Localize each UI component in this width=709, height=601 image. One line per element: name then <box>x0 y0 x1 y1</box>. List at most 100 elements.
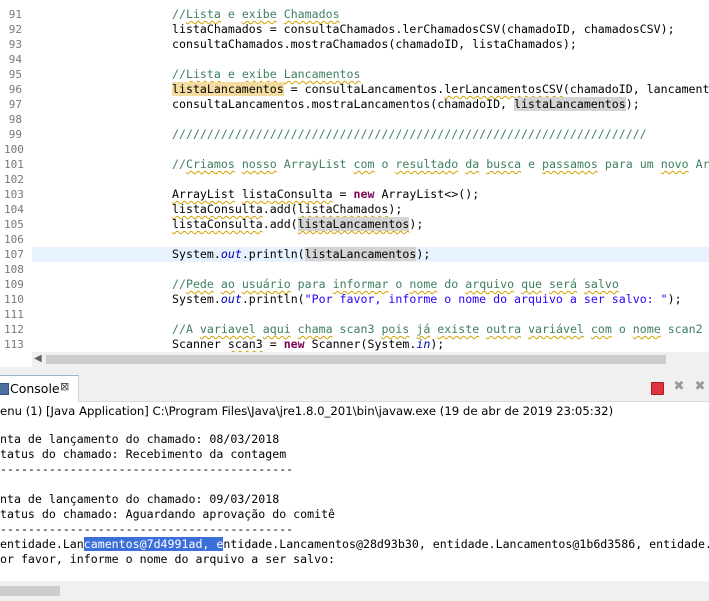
code-text: listaConsulta.add(listaLancamentos); <box>172 217 423 232</box>
line-number: 107 <box>4 248 24 261</box>
code-token: (chamadoID, lancament <box>562 82 709 96</box>
code-token: .add( <box>262 202 298 216</box>
code-line[interactable]: 92 listaChamados = consultaChamados.lerCh… <box>0 22 709 37</box>
code-token: ); <box>388 202 403 216</box>
code-token: ); <box>625 97 640 111</box>
line-number: 94 <box>8 53 22 66</box>
code-line[interactable]: 112 //A variavel aqui chama scan3 pois já… <box>0 322 709 337</box>
code-token: outra <box>486 322 522 336</box>
code-token: .println( <box>241 292 305 306</box>
line-number: 105 <box>4 218 24 231</box>
code-token: variavel <box>199 322 256 336</box>
console-text: ----------------------------------------… <box>0 522 294 536</box>
code-line[interactable]: 101 //Criamos nosso ArrayList com o resul… <box>0 157 709 172</box>
code-token: aqui <box>262 322 291 336</box>
code-token: = <box>262 337 284 351</box>
code-line[interactable]: 105 listaConsulta.add(listaLancamentos); <box>0 217 709 232</box>
console-line: nta de lançamento do chamado: 09/03/2018 <box>0 492 279 507</box>
code-token: System. <box>172 247 221 261</box>
code-line[interactable]: 109 //Pede ao usuário para informar o nom… <box>0 277 709 292</box>
console-text: nta de lançamento do chamado: 09/03/2018 <box>0 492 280 506</box>
code-line[interactable]: 103 ArrayList listaConsulta = new ArrayLi… <box>0 187 709 202</box>
scroll-left-icon[interactable]: ◀ <box>34 353 42 364</box>
tab-console[interactable]: Console ⊠ <box>0 375 79 402</box>
code-token: out <box>220 292 242 306</box>
console-horizontal-scrollbar[interactable] <box>0 581 709 601</box>
code-token: (chamadoID, chamadosCSV); <box>500 22 675 36</box>
code-line[interactable]: 98 <box>0 112 709 127</box>
code-token: .add( <box>262 217 298 231</box>
code-token: variável <box>528 322 584 336</box>
code-token: listaLancamentos <box>172 82 284 96</box>
code-token: resultado <box>395 157 459 171</box>
code-line[interactable]: 95 //Lista e exibe Lancamentos <box>0 67 709 82</box>
line-number: 98 <box>8 113 22 126</box>
remove-launch-icon[interactable]: ✖ <box>672 380 686 394</box>
code-line[interactable]: 104 listaConsulta.add(listaChamados); <box>0 202 709 217</box>
code-line[interactable]: 99 //////////////////////////////////////… <box>0 127 709 142</box>
code-token: informar <box>332 277 389 291</box>
code-line[interactable]: 106 <box>0 232 709 247</box>
code-token: listaChamados = consultaChamados. <box>172 22 403 36</box>
code-line[interactable]: 93 consultaChamados.mostraChamados(chamad… <box>0 37 709 52</box>
scrollbar-thumb[interactable] <box>46 355 666 364</box>
code-token: Pede <box>185 277 214 291</box>
code-line[interactable]: 110 System.out.println("Por favor, inform… <box>0 292 709 307</box>
line-number: 95 <box>8 68 22 81</box>
code-token: Lancamentos <box>283 67 361 81</box>
console-text: entidade.Lan <box>0 537 84 551</box>
code-editor[interactable]: 91//Lista e exibe Chamados 92 listaChamado… <box>0 0 709 352</box>
console-text: ----------------------------------------… <box>0 462 294 476</box>
code-token: consultaLancamentos.mostraLancamentos(ch… <box>172 97 515 111</box>
code-line[interactable]: 91 //Lista e exibe Chamados <box>0 7 709 22</box>
code-token: do <box>437 277 466 291</box>
code-token: ArrayList<>(); <box>374 187 480 201</box>
code-line[interactable]: 94 <box>0 52 709 67</box>
code-text: System.out.println(listaLancamentos); <box>172 247 430 262</box>
line-number: 112 <box>4 323 24 336</box>
code-line[interactable]: 108 <box>0 262 709 277</box>
code-token: e <box>521 157 543 171</box>
code-token: chama <box>297 322 333 336</box>
code-token: in <box>416 337 431 351</box>
editor-horizontal-scrollbar[interactable]: ◀ <box>32 352 709 367</box>
scrollbar-thumb[interactable] <box>0 586 60 596</box>
code-line[interactable]: 97 consultaLancamentos.mostraLancamentos(… <box>0 97 709 112</box>
code-token: lerLancamentosCSV <box>444 82 563 96</box>
panel-splitter[interactable] <box>0 367 709 375</box>
code-line[interactable]: 107 System.out.println(listaLancamentos); <box>0 247 709 262</box>
line-number: 111 <box>4 308 24 321</box>
console-line: nta de lançamento do chamado: 08/03/2018 <box>0 432 279 447</box>
terminate-icon[interactable] <box>651 382 664 395</box>
code-line[interactable]: 111 <box>0 307 709 322</box>
line-number: 100 <box>4 143 24 156</box>
code-line[interactable]: 102 <box>0 172 709 187</box>
code-token: listaLancamentos <box>297 217 410 231</box>
console-text: or favor, informe o nome do arquivo a se… <box>0 552 336 566</box>
console-icon <box>0 383 9 395</box>
code-line[interactable]: 96 listaLancamentos = consultaLancamentos… <box>0 82 709 97</box>
line-number: 110 <box>4 293 24 306</box>
remove-all-terminated-icon[interactable]: ✖ <box>693 380 707 394</box>
code-token: scan3 <box>332 322 382 336</box>
code-token: pois <box>381 322 410 336</box>
code-token: // <box>172 157 186 171</box>
code-token: e <box>220 67 242 81</box>
code-token: = <box>332 187 354 201</box>
code-token: System. <box>172 292 221 306</box>
code-line[interactable]: 113 Scanner scan3 = new Scanner(System.in… <box>0 337 709 352</box>
console-output[interactable]: nta de lançamento do chamado: 08/03/2018… <box>0 421 709 581</box>
code-token: novo <box>660 157 689 171</box>
code-token: listaLancamentos <box>514 97 626 111</box>
close-tab-icon[interactable]: ⊠ <box>60 380 69 393</box>
code-line[interactable]: 100 <box>0 142 709 157</box>
code-token: out <box>220 247 242 261</box>
